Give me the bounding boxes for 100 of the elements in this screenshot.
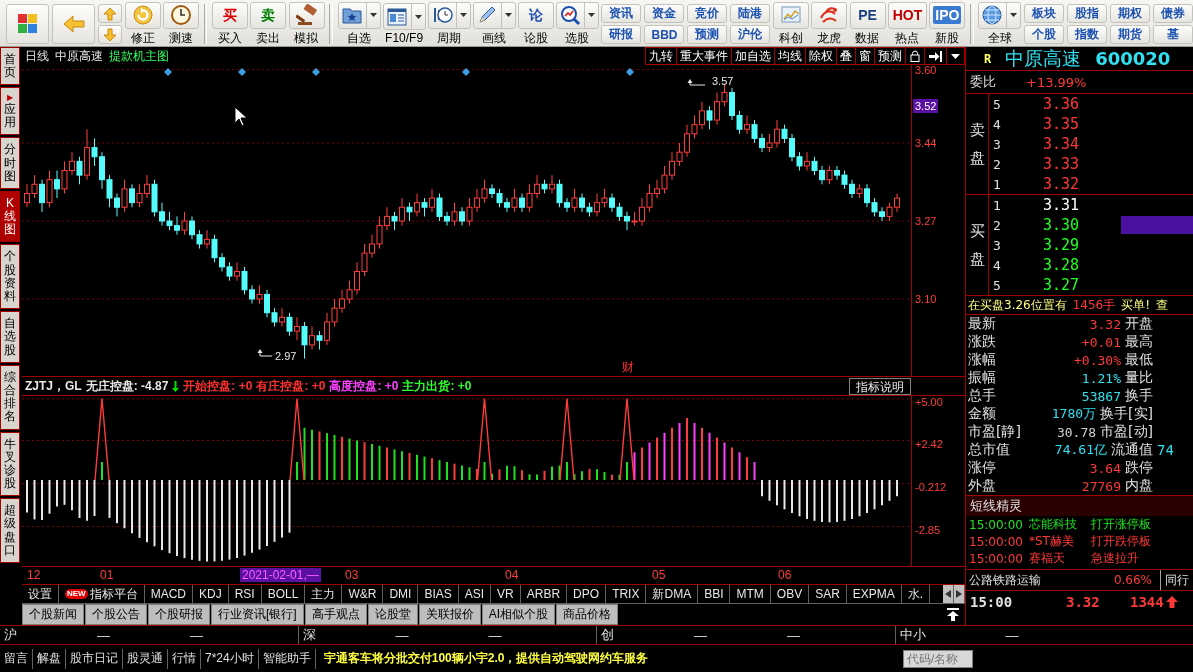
- candlestick: [309, 326, 315, 350]
- toolbar-button[interactable]: 资讯: [601, 4, 642, 23]
- pin-right-button[interactable]: [924, 47, 947, 65]
- sidebar-tab[interactable]: 超级盘口: [0, 498, 20, 564]
- alert-stock[interactable]: 芯能科技: [1029, 516, 1091, 533]
- window-icon: [385, 5, 408, 28]
- order-rank: 3: [993, 237, 1002, 253]
- toolbar-button[interactable]: 板块: [1024, 4, 1064, 23]
- alert-time: 15:00:00: [969, 551, 1024, 566]
- price-axis-label: 3.60: [915, 63, 937, 76]
- chart-tool-button[interactable]: 预测: [874, 47, 906, 65]
- candlestick: [399, 197, 405, 227]
- color-grid-button[interactable]: [6, 4, 50, 44]
- sidebar-tab[interactable]: 首页: [0, 47, 20, 86]
- stat-value: 30.78: [1055, 424, 1097, 440]
- indicator-value: 有庄控盘: +0: [256, 377, 326, 395]
- candlestick: [256, 284, 263, 305]
- dropdown-button[interactable]: [946, 47, 965, 65]
- toolbar-button[interactable]: 指数: [1067, 25, 1107, 44]
- stock-name: 中原高速: [1005, 47, 1082, 71]
- news-tab[interactable]: 行业资讯[银行]: [211, 604, 304, 625]
- stat-label: 最高: [1125, 333, 1153, 351]
- toolbar-button[interactable]: 期货: [1110, 25, 1150, 44]
- indicator-help-button[interactable]: 指标说明: [849, 377, 911, 395]
- candlestick: [301, 321, 308, 360]
- leader-line: [257, 349, 273, 357]
- news-tab[interactable]: 个股新闻: [22, 604, 84, 625]
- caret-icon: [951, 53, 960, 59]
- flag-label: R: [984, 51, 992, 66]
- candlestick: [279, 307, 285, 328]
- sidebar-tab[interactable]: 综合排名: [0, 364, 20, 430]
- toolbar-button[interactable]: 基: [1153, 25, 1193, 44]
- toolbar-button[interactable]: 沪伦: [730, 25, 771, 44]
- news-tab[interactable]: AI相似个股: [481, 604, 555, 625]
- chart-tool-button[interactable]: 除权: [805, 47, 837, 65]
- news-tab[interactable]: 商品价格: [556, 604, 618, 625]
- scroll-left-button[interactable]: [943, 585, 954, 604]
- indicator-value: 开始控盘: +0: [183, 377, 253, 395]
- toolbar-button[interactable]: BBD: [644, 25, 685, 44]
- glyph-icon: HOT: [890, 6, 925, 24]
- news-tab[interactable]: 个股研报: [148, 604, 210, 625]
- date-axis-label: 12: [27, 568, 41, 583]
- chart-tool-button[interactable]: 叠: [836, 47, 856, 65]
- news-tab[interactable]: 论股堂: [367, 604, 418, 625]
- news-tab[interactable]: 关联报价: [418, 604, 481, 625]
- diamond-icon: [164, 68, 172, 76]
- stat-label: 金额: [968, 405, 996, 423]
- sidebar-tab[interactable]: K线图: [0, 190, 20, 243]
- chart-tool-button[interactable]: 重大事件: [676, 47, 732, 65]
- notice-volume: 1456手: [1072, 296, 1116, 314]
- toolbar-button[interactable]: 股指: [1067, 4, 1107, 23]
- sidebar-tab[interactable]: 个股资料: [0, 244, 20, 310]
- order-rank: 4: [993, 257, 1002, 273]
- indicator-axis-label: -2.85: [915, 523, 941, 536]
- stat-value: +0.30%: [1073, 352, 1121, 368]
- magnifier-chart-icon: [558, 4, 581, 26]
- sidebar-tab[interactable]: 分时图: [0, 137, 20, 189]
- toolbar-button[interactable]: 资金: [644, 4, 685, 23]
- toolbar-button[interactable]: 研报: [601, 25, 642, 44]
- down-arrow-icon: [172, 380, 180, 392]
- event-marker: 财: [622, 361, 634, 374]
- index-label: 创: [601, 626, 614, 644]
- alert-stock[interactable]: *ST赫美: [1029, 533, 1091, 550]
- stat-label: 外盘: [968, 477, 996, 495]
- chart-tool-button[interactable]: 均线: [774, 47, 806, 65]
- toolbar-button[interactable]: 陆港: [730, 4, 771, 23]
- toolbar-button[interactable]: 债券: [1153, 4, 1193, 23]
- candlestick: [571, 188, 578, 213]
- code-search-field[interactable]: 代码/名称: [903, 649, 973, 668]
- toolbar-button[interactable]: 期权: [1110, 4, 1150, 23]
- order-rank: 2: [993, 217, 1002, 233]
- indicator-name: ZJTJ，GL: [25, 377, 82, 395]
- lock-button[interactable]: [905, 47, 925, 65]
- sidebar-tab[interactable]: 牛叉诊股: [0, 431, 20, 497]
- sell-side-label: 卖盘: [969, 119, 985, 169]
- toolbar-button[interactable]: 个股: [1024, 25, 1064, 44]
- date-axis-label: 03: [345, 568, 359, 583]
- candlestick: [39, 179, 45, 213]
- chart-tool-button[interactable]: 九转: [645, 47, 677, 65]
- chart-tool-button[interactable]: 窗: [855, 47, 875, 65]
- stat-label: 振幅: [968, 369, 996, 387]
- period-label: 日线: [25, 47, 49, 65]
- arrow-to-bar-icon: [929, 50, 942, 62]
- scroll-right-button[interactable]: [954, 585, 965, 604]
- down-button[interactable]: [98, 25, 123, 44]
- news-tab[interactable]: 个股公告: [85, 604, 147, 625]
- down-arrow-icon: [103, 27, 118, 42]
- news-tab[interactable]: 高手观点: [304, 604, 367, 625]
- diamond-icon: [312, 68, 320, 76]
- alerts-header: 短线精灵: [966, 496, 1193, 516]
- chart-tool-button[interactable]: 加自选: [731, 47, 775, 65]
- date-axis-label: 06: [778, 568, 792, 583]
- news-ticker[interactable]: 宇通客车将分批交付100辆小宇2.0，提供自动驾驶网约车服务: [323, 650, 903, 667]
- toolbar-button[interactable]: 竞价: [687, 4, 728, 23]
- sidebar-tab[interactable]: 自选股: [0, 311, 20, 363]
- up-button[interactable]: [98, 4, 123, 23]
- sidebar-tab[interactable]: ▶ 应用: [0, 87, 20, 136]
- alert-stock[interactable]: 赛福天: [1029, 550, 1091, 567]
- toolbar-button[interactable]: 预测: [687, 25, 728, 44]
- order-price: 3.27: [1041, 276, 1079, 294]
